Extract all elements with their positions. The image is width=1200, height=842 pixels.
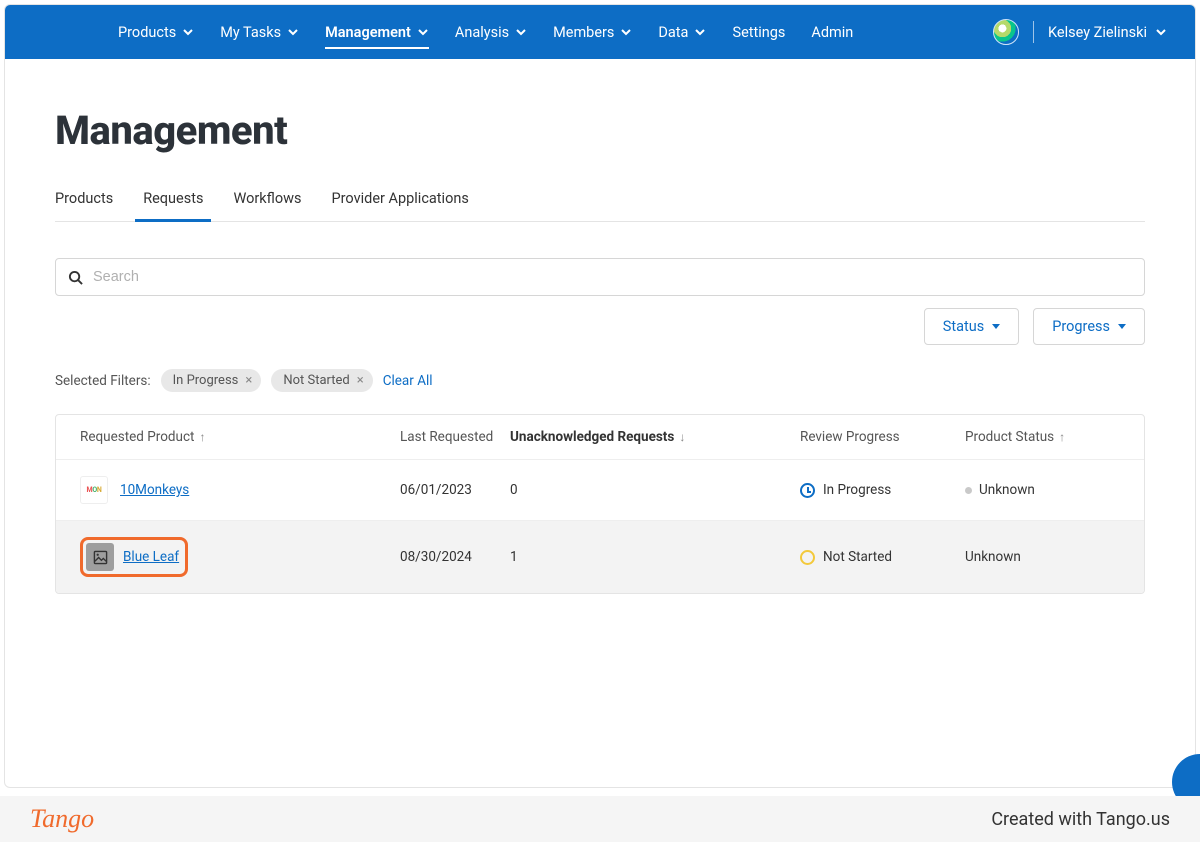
- nav-data[interactable]: Data: [645, 8, 719, 57]
- tutorial-highlight: Blue Leaf: [80, 537, 188, 577]
- sort-asc-icon: ↑: [1059, 430, 1065, 444]
- nav-my-tasks[interactable]: My Tasks: [207, 8, 312, 57]
- table-row: MON 10Monkeys 06/01/2023 0 In Progress U…: [56, 459, 1144, 520]
- tab-workflows[interactable]: Workflows: [233, 178, 301, 221]
- filter-chip-in-progress[interactable]: In Progress×: [161, 369, 262, 392]
- cell-unack: 1: [510, 549, 800, 565]
- sort-desc-icon: ↓: [679, 430, 685, 444]
- tab-provider-applications[interactable]: Provider Applications: [332, 178, 469, 221]
- col-unacknowledged-requests[interactable]: Unacknowledged Requests↓: [510, 429, 800, 445]
- footer-tagline: Created with Tango.us: [991, 809, 1170, 830]
- image-placeholder-icon: [86, 543, 114, 571]
- product-thumbnail-icon: MON: [80, 476, 108, 504]
- col-review-progress[interactable]: Review Progress: [800, 429, 965, 445]
- tab-products[interactable]: Products: [55, 178, 113, 221]
- col-requested-product[interactable]: Requested Product↑: [80, 429, 400, 445]
- chevron-down-icon: [287, 26, 299, 38]
- status-filter-button[interactable]: Status: [924, 308, 1019, 345]
- filter-chip-not-started[interactable]: Not Started×: [271, 369, 372, 392]
- chevron-down-icon: [515, 26, 527, 38]
- cell-product-status: Unknown: [965, 549, 1021, 565]
- cell-last-requested: 08/30/2024: [400, 549, 510, 565]
- cell-last-requested: 06/01/2023: [400, 482, 510, 498]
- close-icon[interactable]: ×: [245, 373, 252, 388]
- search-icon: [68, 270, 83, 285]
- selected-filters: Selected Filters: In Progress× Not Start…: [55, 369, 1145, 392]
- search-field[interactable]: [55, 258, 1145, 296]
- clock-icon: [800, 483, 815, 498]
- tab-requests[interactable]: Requests: [143, 178, 203, 221]
- nav-management[interactable]: Management: [312, 8, 442, 57]
- avatar[interactable]: [993, 19, 1019, 45]
- col-last-requested[interactable]: Last Requested: [400, 429, 510, 445]
- chevron-down-icon: [620, 26, 632, 38]
- nav-members[interactable]: Members: [540, 8, 645, 57]
- divider: [1033, 21, 1034, 43]
- chevron-down-icon: [1155, 26, 1167, 38]
- user-menu[interactable]: Kelsey Zielinski: [1048, 24, 1167, 41]
- col-product-status[interactable]: Product Status↑: [965, 429, 1135, 445]
- caret-down-icon: [992, 324, 1000, 329]
- nav-admin[interactable]: Admin: [798, 8, 866, 57]
- clear-all-link[interactable]: Clear All: [383, 373, 433, 389]
- nav-products[interactable]: Products: [105, 8, 207, 57]
- circle-outline-icon: [800, 550, 815, 565]
- table-header: Requested Product↑ Last Requested Unackn…: [56, 415, 1144, 459]
- search-input[interactable]: [93, 269, 1132, 285]
- cell-review-progress: In Progress: [823, 482, 891, 498]
- chevron-down-icon: [182, 26, 194, 38]
- page-title: Management: [55, 107, 1145, 154]
- chevron-down-icon: [694, 26, 706, 38]
- tabs: Products Requests Workflows Provider App…: [55, 178, 1145, 222]
- cell-product-status: Unknown: [979, 482, 1035, 498]
- chevron-down-icon: [417, 26, 429, 38]
- selected-filters-label: Selected Filters:: [55, 373, 151, 389]
- nav-analysis[interactable]: Analysis: [442, 8, 540, 57]
- table-row: Blue Leaf 08/30/2024 1 Not Started Unkno…: [56, 520, 1144, 593]
- product-link-10monkeys[interactable]: 10Monkeys: [120, 482, 189, 498]
- top-nav: Products My Tasks Management Analysis Me…: [5, 5, 1195, 59]
- cell-unack: 0: [510, 482, 800, 498]
- requests-table: Requested Product↑ Last Requested Unackn…: [55, 414, 1145, 594]
- footer: Tango Created with Tango.us: [0, 796, 1200, 842]
- sort-asc-icon: ↑: [199, 430, 205, 444]
- tango-logo: Tango: [30, 804, 94, 834]
- nav-settings[interactable]: Settings: [719, 8, 798, 57]
- caret-down-icon: [1118, 324, 1126, 329]
- cell-review-progress: Not Started: [823, 549, 892, 565]
- close-icon[interactable]: ×: [357, 373, 364, 388]
- progress-filter-button[interactable]: Progress: [1033, 308, 1145, 345]
- status-dot-icon: [965, 487, 972, 494]
- product-link-blue-leaf[interactable]: Blue Leaf: [123, 549, 179, 565]
